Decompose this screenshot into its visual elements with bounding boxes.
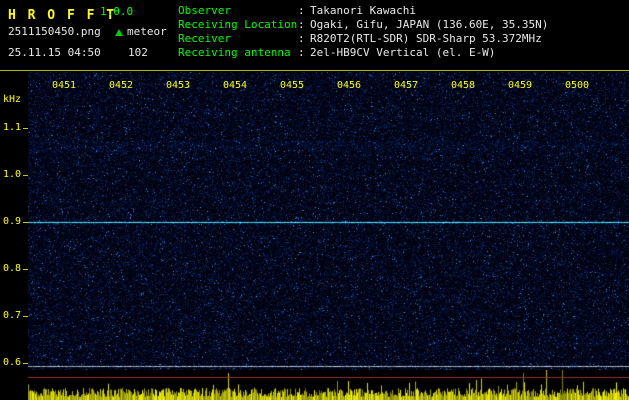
freq-tick bbox=[23, 175, 28, 176]
freq-axis-unit: kHz bbox=[3, 94, 22, 105]
meteor-count: 102 bbox=[128, 46, 148, 59]
freq-tick-label: 1.1 bbox=[3, 122, 22, 133]
info-row-observer: Observer: Takanori Kawachi bbox=[178, 4, 548, 18]
time-tick-label: 0453 bbox=[165, 80, 191, 91]
time-tick-label: 0452 bbox=[108, 80, 134, 91]
spectrogram-panel: 0451 0452 0453 0454 0455 0456 0457 0458 … bbox=[0, 72, 629, 370]
freq-tick-label: 1.0 bbox=[3, 169, 22, 180]
freq-tick bbox=[23, 363, 28, 364]
station-info: Observer: Takanori Kawachi Receiving Loca… bbox=[178, 4, 548, 60]
time-tick-label: 0454 bbox=[222, 80, 248, 91]
info-value: R820T2(RTL-SDR) SDR-Sharp 53.372MHz bbox=[310, 32, 542, 45]
meteor-marker-icon bbox=[115, 29, 123, 36]
freq-tick bbox=[23, 128, 28, 129]
mode-label: meteor bbox=[127, 25, 167, 38]
time-tick-label: 0459 bbox=[507, 80, 533, 91]
signal-level-canvas bbox=[28, 370, 629, 400]
header-separator bbox=[0, 70, 629, 71]
freq-tick-label: 0.9 bbox=[3, 216, 22, 227]
info-label: Receiving Location bbox=[178, 18, 298, 31]
info-row-antenna: Receiving antenna:2el-HB9CV Vertical (el… bbox=[178, 46, 548, 60]
info-row-receiver: Receiver: R820T2(RTL-SDR) SDR-Sharp 53.37… bbox=[178, 32, 548, 46]
info-label: Receiver bbox=[178, 32, 231, 45]
time-tick-label: 0451 bbox=[51, 80, 77, 91]
info-value: Takanori Kawachi bbox=[310, 4, 416, 17]
output-filename: 2511150450.png bbox=[8, 25, 101, 38]
freq-tick-label: 0.7 bbox=[3, 310, 22, 321]
time-tick-label: 0500 bbox=[564, 80, 590, 91]
spectrogram-canvas bbox=[28, 72, 629, 370]
time-tick-label: 0458 bbox=[450, 80, 476, 91]
freq-tick-label: 0.6 bbox=[3, 357, 22, 368]
info-label: Receiving antenna bbox=[178, 46, 291, 59]
time-tick-label: 0456 bbox=[336, 80, 362, 91]
freq-tick bbox=[23, 316, 28, 317]
info-separator: : bbox=[298, 4, 305, 17]
info-separator: : bbox=[298, 32, 305, 45]
info-value: 2el-HB9CV Vertical (el. E-W) bbox=[310, 46, 496, 59]
timestamp: 25.11.15 04:50 bbox=[8, 46, 101, 59]
signal-level-panel bbox=[0, 370, 629, 400]
time-tick-label: 0455 bbox=[279, 80, 305, 91]
hrofft-window: H R O F F T 1.0.0 2511150450.png meteor … bbox=[0, 0, 629, 400]
app-version: 1.0.0 bbox=[100, 5, 134, 18]
info-separator: : bbox=[298, 46, 305, 59]
info-value: Ogaki, Gifu, JAPAN (136.60E, 35.35N) bbox=[310, 18, 549, 31]
freq-tick bbox=[23, 269, 28, 270]
time-tick-label: 0457 bbox=[393, 80, 419, 91]
freq-tick bbox=[23, 222, 28, 223]
info-label: Observer bbox=[178, 4, 231, 17]
info-row-location: Receiving Location: Ogaki, Gifu, JAPAN (1… bbox=[178, 18, 548, 32]
freq-tick-label: 0.8 bbox=[3, 263, 22, 274]
info-separator: : bbox=[298, 18, 305, 31]
